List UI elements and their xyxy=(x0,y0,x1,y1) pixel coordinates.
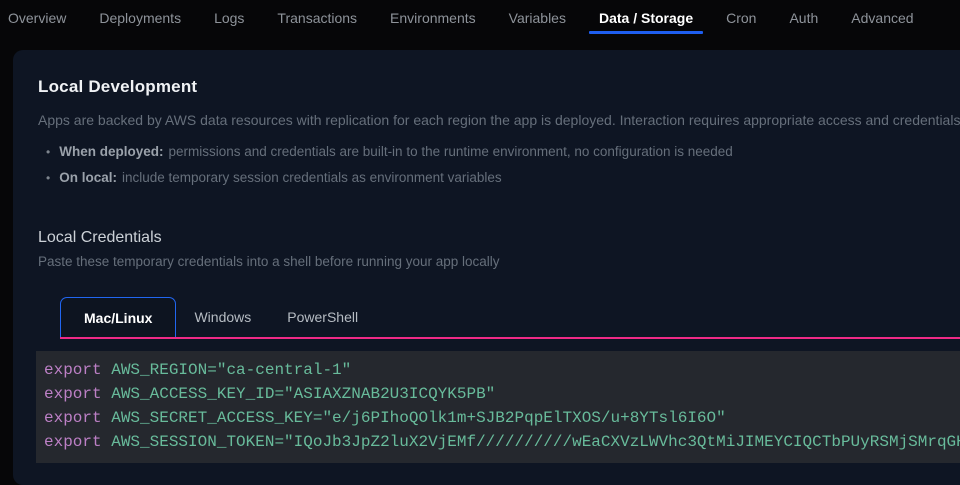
list-item: • When deployed: permissions and credent… xyxy=(38,139,960,165)
code-text: AWS_REGION="ca-central-1" xyxy=(111,361,351,379)
code-text: AWS_SESSION_TOKEN="IQoJb3JpZ2luX2VjEMf//… xyxy=(111,433,960,451)
bullet-text: permissions and credentials are built-in… xyxy=(168,139,732,165)
shell-tabs: Mac/Linux Windows PowerShell xyxy=(60,297,960,339)
code-line: export AWS_ACCESS_KEY_ID="ASIAXZNAB2U3IC… xyxy=(44,382,960,406)
code-keyword: export xyxy=(44,409,111,427)
panel-description: Apps are backed by AWS data resources wi… xyxy=(38,112,960,128)
nav-item-transactions[interactable]: Transactions xyxy=(269,0,365,35)
list-item: • On local: include temporary session cr… xyxy=(38,165,960,191)
code-line: export AWS_SESSION_TOKEN="IQoJb3JpZ2luX2… xyxy=(44,430,960,454)
info-bullet-list: • When deployed: permissions and credent… xyxy=(38,139,960,191)
nav-item-environments[interactable]: Environments xyxy=(382,0,484,35)
top-navigation: Overview Deployments Logs Transactions E… xyxy=(0,0,960,35)
local-development-panel: Local Development Apps are backed by AWS… xyxy=(13,50,960,485)
nav-item-auth[interactable]: Auth xyxy=(781,0,826,35)
code-keyword: export xyxy=(44,385,111,403)
bullet-text: include temporary session credentials as… xyxy=(122,165,502,191)
local-credentials-title: Local Credentials xyxy=(38,229,960,247)
nav-item-cron[interactable]: Cron xyxy=(718,0,764,35)
code-text: AWS_SECRET_ACCESS_KEY="e/j6PIhoQOlk1m+SJ… xyxy=(111,409,726,427)
local-credentials-subtitle: Paste these temporary credentials into a… xyxy=(38,254,960,269)
bullet-label: When deployed: xyxy=(59,139,163,165)
code-line: export AWS_SECRET_ACCESS_KEY="e/j6PIhoQO… xyxy=(44,406,960,430)
nav-item-advanced[interactable]: Advanced xyxy=(843,0,921,35)
tab-mac-linux[interactable]: Mac/Linux xyxy=(60,297,176,337)
page-title: Local Development xyxy=(38,77,960,97)
tab-powershell[interactable]: PowerShell xyxy=(269,297,376,337)
nav-item-overview[interactable]: Overview xyxy=(0,0,74,35)
code-keyword: export xyxy=(44,361,111,379)
code-keyword: export xyxy=(44,433,111,451)
bullet-dot: • xyxy=(46,139,50,165)
tab-windows[interactable]: Windows xyxy=(176,297,269,337)
code-text: AWS_ACCESS_KEY_ID="ASIAXZNAB2U3ICQYK5PB" xyxy=(111,385,495,403)
credentials-code-block: export AWS_REGION="ca-central-1" export … xyxy=(36,351,960,463)
nav-item-logs[interactable]: Logs xyxy=(206,0,252,35)
code-line: export AWS_REGION="ca-central-1" xyxy=(44,358,960,382)
nav-item-variables[interactable]: Variables xyxy=(501,0,574,35)
nav-item-data-storage[interactable]: Data / Storage xyxy=(591,0,701,35)
bullet-label: On local: xyxy=(59,165,117,191)
bullet-dot: • xyxy=(46,165,50,191)
nav-item-deployments[interactable]: Deployments xyxy=(91,0,189,35)
